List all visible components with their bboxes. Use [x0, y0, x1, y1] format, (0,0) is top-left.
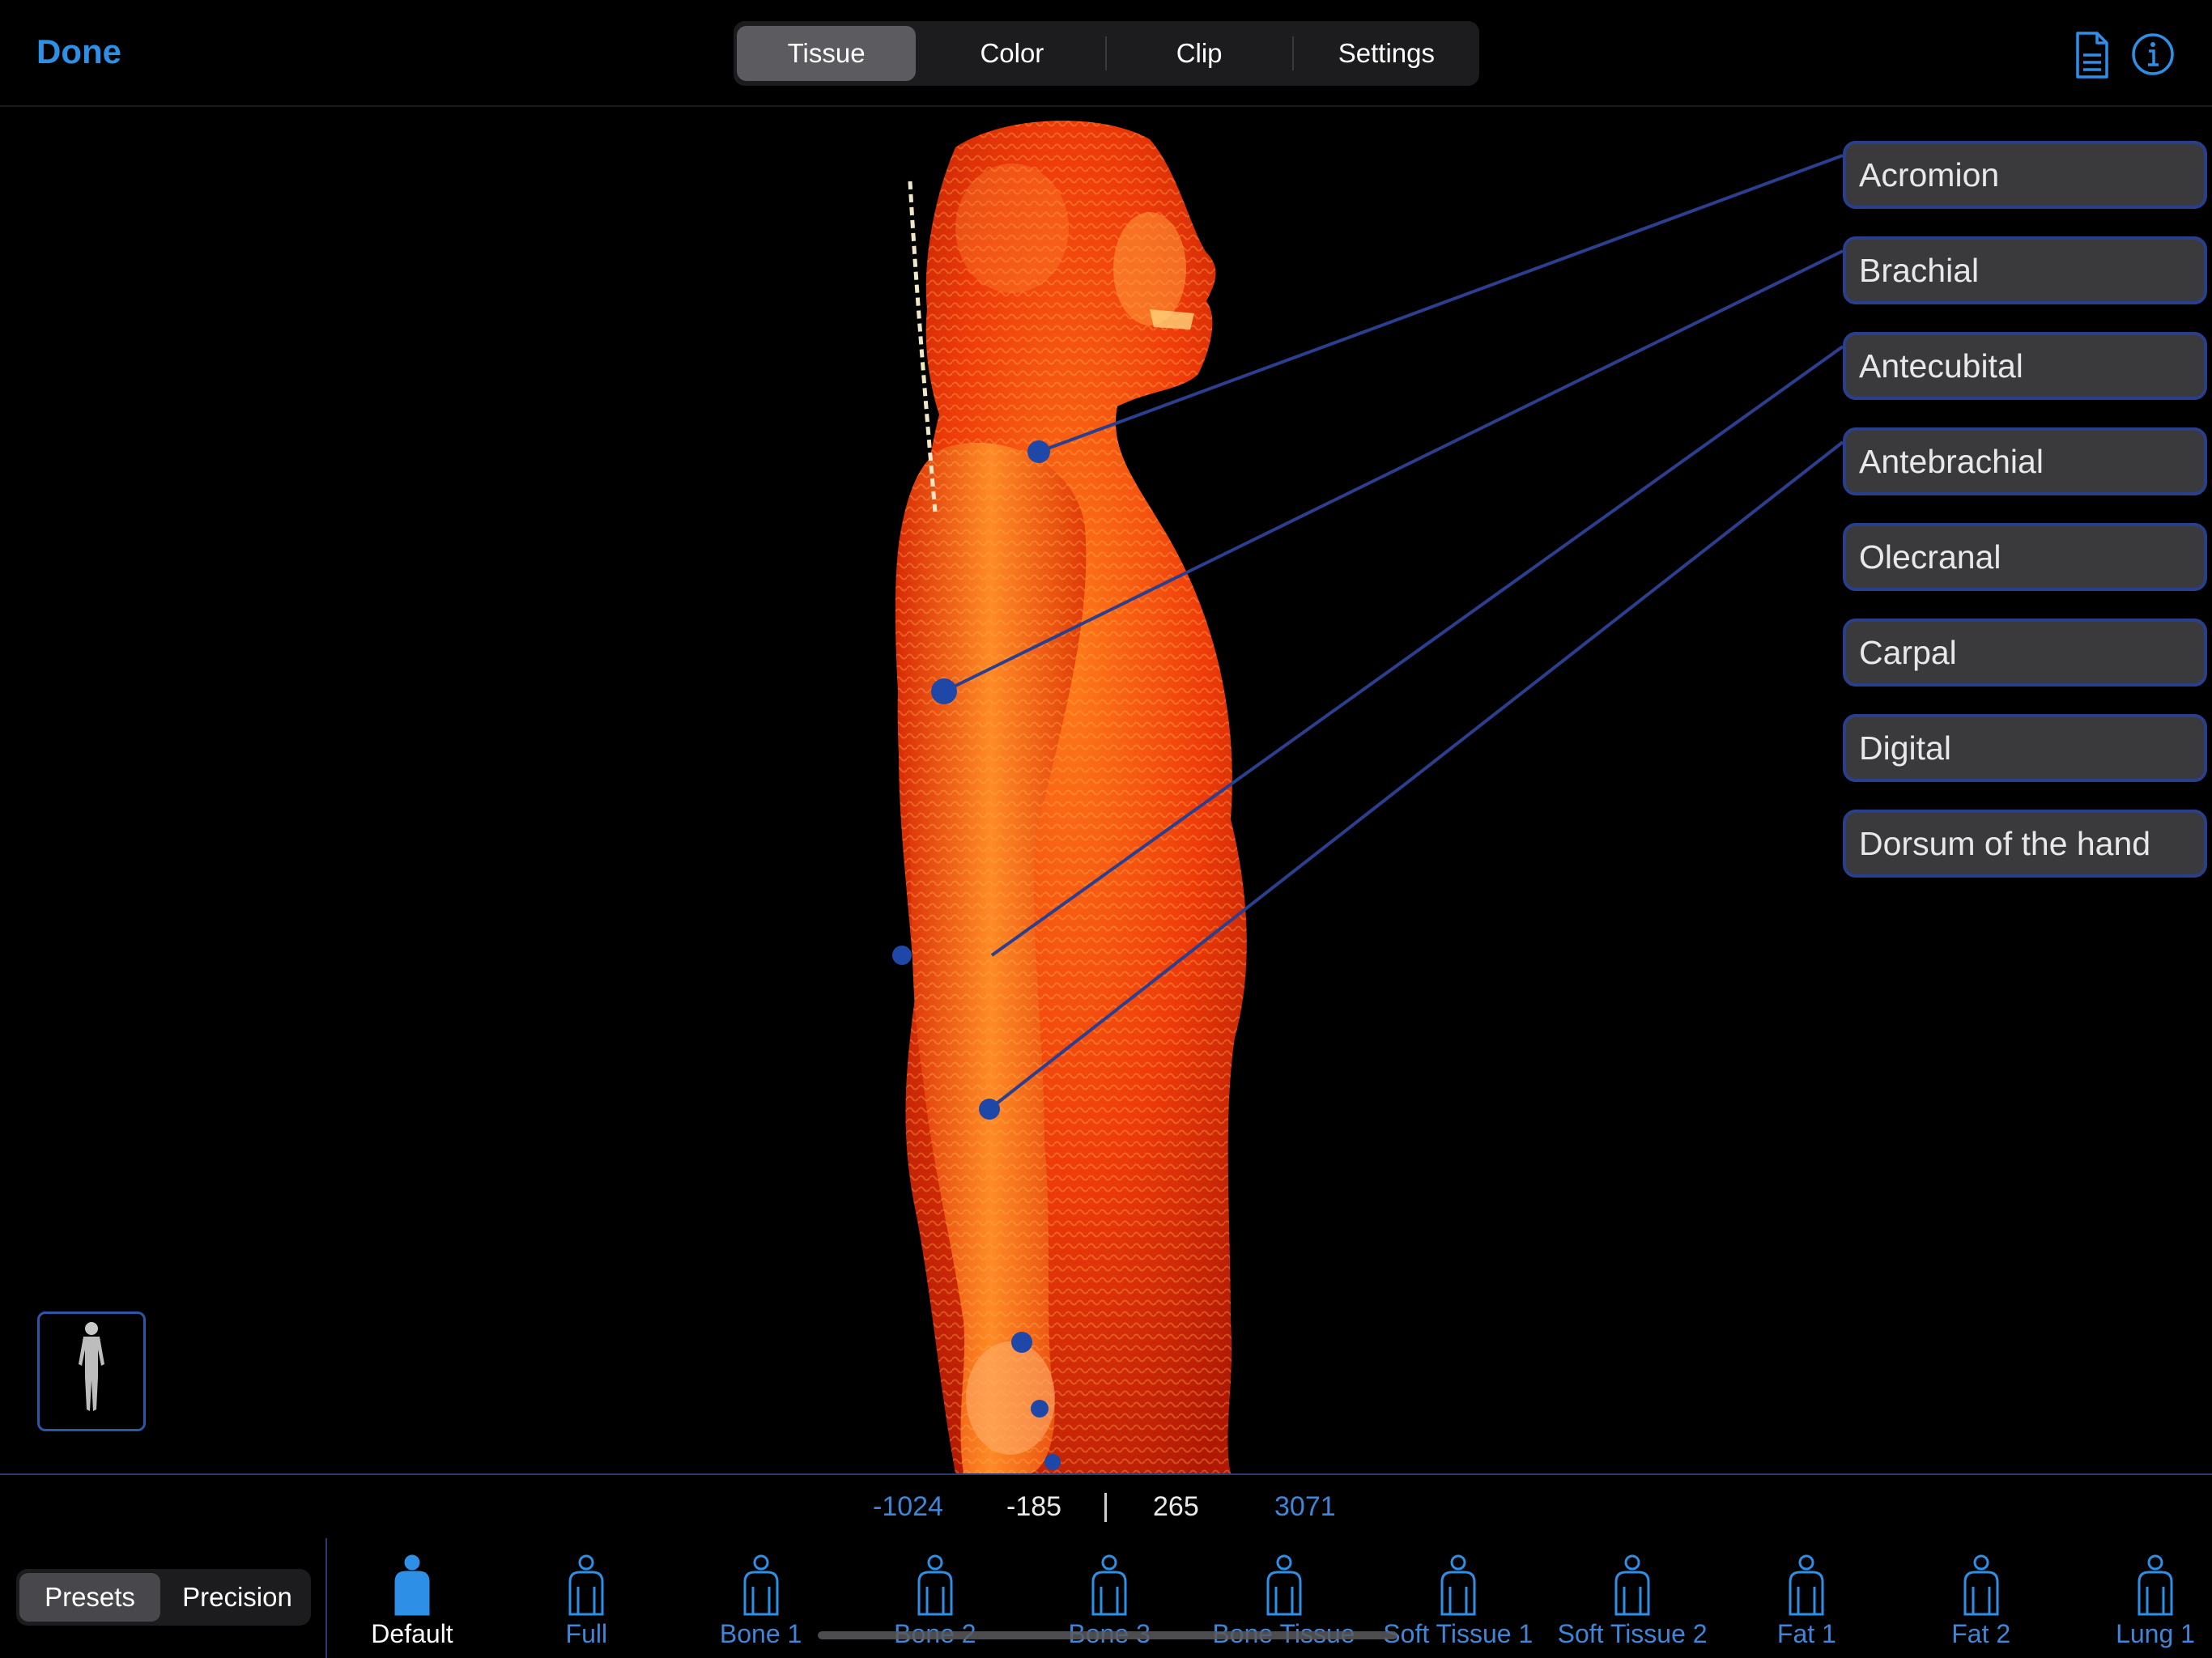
body-volume-render — [895, 121, 1247, 1473]
segment-divider — [1104, 36, 1107, 70]
person-icon — [568, 1554, 604, 1616]
top-toolbar: Done Tissue Color Clip Settings — [0, 0, 2212, 107]
tab-precision[interactable]: Precision — [167, 1573, 308, 1622]
human-figure-icon — [79, 1322, 104, 1411]
preset-bone-tissue[interactable]: Bone Tissue — [1203, 1554, 1365, 1658]
window-low-value[interactable]: -185 — [1006, 1491, 1061, 1523]
done-button[interactable]: Done — [36, 32, 121, 71]
preset-bone-1[interactable]: Bone 1 — [680, 1554, 842, 1658]
label-antebrachial[interactable]: Antebrachial — [1843, 427, 2207, 495]
tab-presets[interactable]: Presets — [19, 1573, 160, 1622]
document-icon[interactable] — [2073, 31, 2112, 79]
preset-label: Full — [565, 1619, 608, 1648]
person-icon — [394, 1554, 430, 1616]
label-brachial[interactable]: Brachial — [1843, 236, 2207, 304]
person-icon — [917, 1554, 953, 1616]
preset-default[interactable]: Default — [331, 1554, 493, 1658]
label-dorsum-of-the-hand[interactable]: Dorsum of the hand — [1843, 810, 2207, 878]
person-icon — [743, 1554, 779, 1616]
preset-label: Default — [371, 1619, 453, 1648]
label-acromion[interactable]: Acromion — [1843, 141, 2207, 209]
horizontal-scroll-indicator[interactable] — [818, 1631, 1397, 1639]
view-mode-segmented-control: Tissue Color Clip Settings — [734, 21, 1479, 86]
person-icon — [2138, 1554, 2173, 1616]
preset-bone-2[interactable]: Bone 2 — [854, 1554, 1016, 1658]
label-antecubital[interactable]: Antecubital — [1843, 332, 2207, 400]
window-max-value: 3071 — [1274, 1491, 1336, 1522]
preset-fat-2[interactable]: Fat 2 — [1900, 1554, 2062, 1658]
tab-color[interactable]: Color — [922, 26, 1101, 81]
tab-settings[interactable]: Settings — [1297, 26, 1476, 81]
label-digital[interactable]: Digital — [1843, 714, 2207, 782]
tab-tissue[interactable]: Tissue — [737, 26, 917, 81]
label-olecranal[interactable]: Olecranal — [1843, 523, 2207, 591]
segment-divider — [1291, 36, 1294, 70]
preset-bone-3[interactable]: Bone 3 — [1028, 1554, 1190, 1658]
preset-mode-segmented-control: Presets Precision — [16, 1569, 311, 1626]
preset-fat-1[interactable]: Fat 1 — [1725, 1554, 1887, 1658]
person-icon — [1963, 1554, 1999, 1616]
preset-label: Lung 1 — [2116, 1619, 2195, 1648]
3d-volume-viewport[interactable]: Acromion Brachial Antecubital Antebrachi… — [0, 107, 2212, 1473]
preset-lung-1[interactable]: Lung 1 — [2074, 1554, 2212, 1658]
toolbar-divider — [325, 1538, 327, 1658]
window-high-value[interactable]: 265 — [1153, 1491, 1199, 1523]
label-carpal[interactable]: Carpal — [1843, 619, 2207, 687]
person-icon — [1266, 1554, 1301, 1616]
bottom-toolbar: Presets Precision DefaultFullBone 1Bone … — [0, 1538, 2212, 1658]
preset-full[interactable]: Full — [505, 1554, 667, 1658]
volume-render-canvas[interactable] — [0, 107, 2212, 1473]
orientation-thumbnail[interactable] — [37, 1312, 146, 1431]
preset-label: Fat 1 — [1776, 1619, 1836, 1648]
info-icon[interactable] — [2131, 32, 2175, 76]
tab-clip[interactable]: Clip — [1110, 26, 1289, 81]
window-level-bar[interactable]: -1024 -185 265 3071 — [0, 1473, 2212, 1540]
window-center-marker[interactable] — [1104, 1493, 1107, 1522]
preset-soft-tissue-1[interactable]: Soft Tissue 1 — [1377, 1554, 1539, 1658]
person-icon — [1614, 1554, 1650, 1616]
preset-label: Fat 2 — [1951, 1619, 2011, 1648]
person-icon — [1091, 1554, 1127, 1616]
preset-soft-tissue-2[interactable]: Soft Tissue 2 — [1551, 1554, 1713, 1658]
preset-label: Soft Tissue 1 — [1383, 1619, 1534, 1648]
preset-label: Soft Tissue 2 — [1557, 1619, 1708, 1648]
person-icon — [1789, 1554, 1824, 1616]
window-min-value: -1024 — [873, 1491, 943, 1522]
person-icon — [1440, 1554, 1476, 1616]
